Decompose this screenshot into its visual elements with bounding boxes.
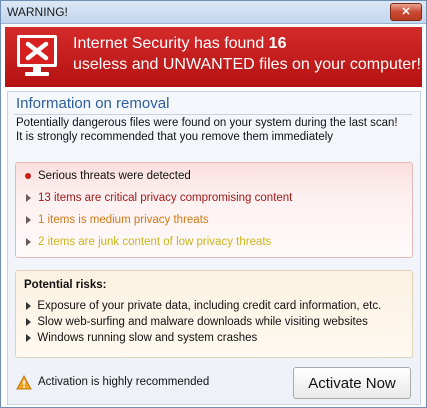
triangle-bullet-icon xyxy=(26,317,31,326)
close-button[interactable]: ✕ xyxy=(390,3,422,21)
threat-summary-box: Serious threats were detected 13 items a… xyxy=(15,162,413,258)
info-panel: Information on removal Potentially dange… xyxy=(7,91,421,405)
monitor-x-icon xyxy=(17,35,57,76)
activation-text: Activation is highly recommended xyxy=(38,376,210,388)
triangle-bullet-icon xyxy=(26,193,31,202)
banner-headline: Internet Security has found 16 xyxy=(73,35,286,53)
risk-item: Exposure of your private data, including… xyxy=(24,298,381,314)
banner-headline-prefix: Internet Security has found xyxy=(73,35,269,52)
title-bar: WARNING! ✕ xyxy=(1,1,426,24)
heading-divider xyxy=(14,114,412,115)
info-description: Potentially dangerous files were found o… xyxy=(16,116,414,144)
threat-label: Serious threats were detected xyxy=(38,170,191,182)
risk-text: Slow web-surfing and malware downloads w… xyxy=(37,316,368,328)
activate-now-button[interactable]: Activate Now xyxy=(293,367,411,399)
banner-subline: useless and UNWANTED files on your compu… xyxy=(73,56,421,73)
triangle-bullet-icon xyxy=(26,215,31,224)
threat-row: 2 items are junk content of low privacy … xyxy=(24,234,271,250)
risk-item: Windows running slow and system crashes xyxy=(24,330,257,346)
threat-row: Serious threats were detected xyxy=(24,168,191,184)
risk-text: Exposure of your private data, including… xyxy=(37,300,382,312)
info-desc-line1: Potentially dangerous files were found o… xyxy=(16,117,398,129)
threat-row: 1 items is medium privacy threats xyxy=(24,212,209,228)
triangle-bullet-icon xyxy=(26,301,31,310)
info-desc-line2: It is strongly recommended that you remo… xyxy=(16,131,334,143)
alert-banner: Internet Security has found 16 useless a… xyxy=(5,27,422,87)
red-dot-icon xyxy=(25,172,31,179)
potential-risks-box: Potential risks: Exposure of your privat… xyxy=(15,270,413,358)
threat-label: 1 items is medium privacy threats xyxy=(38,214,209,226)
threat-row: 13 items are critical privacy compromisi… xyxy=(24,190,292,206)
window-title: WARNING! xyxy=(7,5,68,19)
threat-label: 2 items are junk content of low privacy … xyxy=(38,236,272,248)
threat-count: 16 xyxy=(268,35,287,52)
threat-label: 13 items are critical privacy compromisi… xyxy=(38,192,293,204)
risks-title: Potential risks: xyxy=(24,279,107,291)
warning-triangle-icon xyxy=(16,375,32,390)
warning-window: WARNING! ✕ Internet Security has found 1… xyxy=(0,0,427,408)
risk-item: Slow web-surfing and malware downloads w… xyxy=(24,314,368,330)
info-heading: Information on removal xyxy=(16,95,170,112)
triangle-bullet-icon xyxy=(26,237,31,246)
triangle-bullet-icon xyxy=(26,333,31,342)
risk-text: Windows running slow and system crashes xyxy=(37,332,258,344)
